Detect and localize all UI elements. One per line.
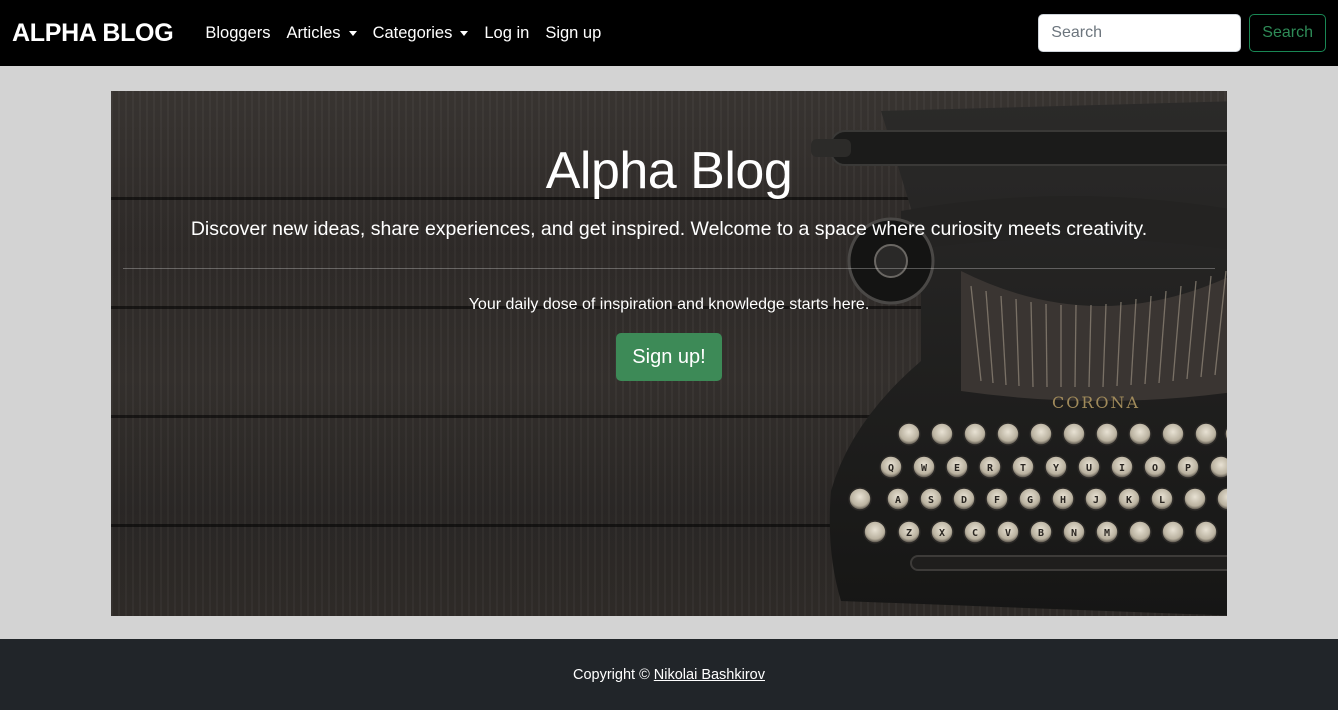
nav-item-login: Log in — [476, 16, 537, 51]
footer-copyright: Copyright © — [573, 666, 650, 683]
hero-lead: Discover new ideas, share experiences, a… — [190, 218, 1148, 240]
nav-link-signup[interactable]: Sign up — [537, 16, 609, 51]
nav-item-signup: Sign up — [537, 16, 609, 51]
nav-dropdown-articles-label: Articles — [286, 23, 341, 42]
hero-content: Alpha Blog Discover new ideas, share exp… — [111, 91, 1227, 616]
brand-logo-link[interactable]: ALPHA BLOG — [12, 19, 174, 48]
nav-item-bloggers: Bloggers — [197, 16, 278, 51]
top-navbar: ALPHA BLOG Bloggers Articles Categories … — [0, 0, 1338, 66]
hero-subtext: Your daily dose of inspiration and knowl… — [468, 296, 870, 313]
nav-link-login[interactable]: Log in — [476, 16, 537, 51]
footer: Copyright © Nikolai Bashkirov — [0, 639, 1338, 710]
hero-divider — [123, 268, 1215, 269]
search-input[interactable] — [1038, 14, 1242, 52]
nav-link-bloggers[interactable]: Bloggers — [197, 16, 278, 51]
caret-down-icon — [348, 30, 357, 36]
nav-item-categories: Categories — [365, 16, 477, 51]
hero-title: Alpha Blog — [545, 142, 793, 200]
hero-jumbotron: CORONA QWERTYUIOP ASDFGHJKL ZXCVBNM Alph… — [111, 91, 1227, 616]
nav-dropdown-articles[interactable]: Articles — [278, 16, 364, 51]
nav-dropdown-categories[interactable]: Categories — [365, 16, 477, 51]
nav-dropdown-categories-label: Categories — [372, 23, 453, 42]
footer-author-link[interactable]: Nikolai Bashkirov — [654, 667, 765, 683]
hero-signup-button[interactable]: Sign up! — [616, 333, 722, 381]
search-form: Search — [1038, 14, 1326, 52]
nav-links: Bloggers Articles Categories Log in Sign… — [197, 16, 609, 51]
search-button[interactable]: Search — [1249, 14, 1326, 52]
nav-item-articles: Articles — [278, 16, 364, 51]
caret-down-icon — [460, 30, 469, 36]
